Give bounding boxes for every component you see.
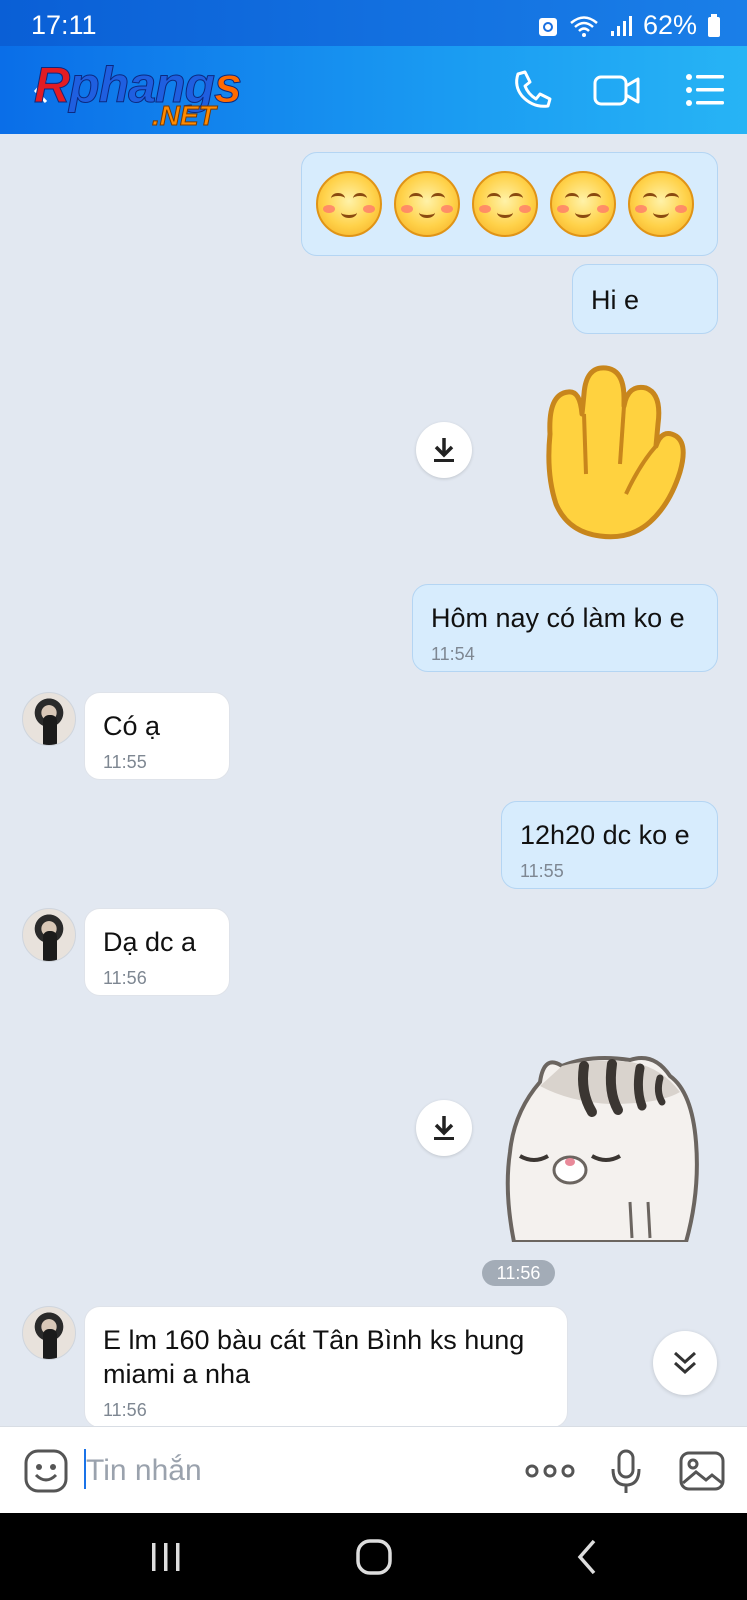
message-time: 11:56 (103, 968, 147, 988)
message-bubble-received[interactable]: Dạ dc a 11:56 (84, 908, 230, 996)
message-emoji-row[interactable] (301, 152, 718, 256)
tabby-cat-sticker[interactable] (500, 1052, 710, 1242)
time-divider: 11:56 (482, 1260, 555, 1286)
message-time: 11:56 (103, 1400, 147, 1420)
message-text: E lm 160 bàu cát Tân Bình ks hung miami … (103, 1325, 525, 1389)
voice-message-button[interactable] (602, 1447, 650, 1495)
message-bubble-received[interactable]: Có ạ 11:55 (84, 692, 230, 780)
photo-button[interactable] (678, 1447, 726, 1495)
home-icon (356, 1539, 392, 1575)
more-options-button[interactable] (524, 1447, 575, 1495)
status-icons: 62% (537, 10, 721, 41)
message-time: 11:55 (103, 752, 147, 772)
home-button[interactable] (352, 1535, 396, 1579)
message-bubble-received[interactable]: E lm 160 bàu cát Tân Bình ks hung miami … (84, 1306, 568, 1426)
recycle-notification-icon (538, 17, 557, 36)
blushing-smile-emoji (472, 171, 538, 237)
signal-icon (610, 15, 632, 36)
message-time: 11:55 (520, 861, 564, 881)
sticker-button[interactable] (22, 1447, 70, 1495)
video-camera-icon (593, 75, 640, 106)
message-text: Dạ dc a (103, 927, 197, 957)
voice-call-button[interactable] (508, 68, 558, 112)
download-icon (434, 438, 454, 462)
message-bubble-sent[interactable]: Hi e (572, 264, 718, 334)
contact-avatar[interactable] (22, 692, 76, 746)
contact-avatar[interactable] (22, 908, 76, 962)
message-time: 11:54 (431, 644, 475, 664)
phone-icon (515, 70, 552, 108)
blushing-smile-emoji (394, 171, 460, 237)
message-input[interactable] (84, 1447, 508, 1495)
watermark-logo: Rphangs .NET (33, 57, 242, 132)
wifi-icon (570, 15, 598, 37)
scroll-to-bottom-button[interactable] (653, 1331, 717, 1395)
smiley-sticker-icon (24, 1449, 68, 1493)
status-time: 17:11 (31, 10, 97, 40)
message-list[interactable]: Hi e Hôm nay có làm ko e 11:54 Có ạ 11:5… (0, 134, 747, 1426)
message-text: Hôm nay có làm ko e (431, 603, 685, 633)
double-chevron-down-icon (673, 1351, 697, 1375)
message-bubble-sent[interactable]: Hôm nay có làm ko e 11:54 (412, 584, 718, 672)
message-composer (0, 1426, 747, 1514)
download-icon (434, 1116, 454, 1140)
text-caret (84, 1449, 86, 1489)
download-button[interactable] (416, 1100, 472, 1156)
contact-avatar[interactable] (22, 1306, 76, 1360)
recent-apps-icon (152, 1543, 180, 1571)
status-bar: 17:11 62% (0, 0, 747, 48)
message-text: Có ạ (103, 711, 161, 741)
blushing-smile-emoji (628, 171, 694, 237)
battery-icon (708, 13, 720, 37)
list-menu-icon (686, 74, 724, 106)
message-bubble-sent[interactable]: 12h20 dc ko e 11:55 (501, 801, 718, 889)
menu-button[interactable] (684, 68, 734, 112)
more-dots-icon (525, 1464, 575, 1478)
image-gallery-icon (679, 1451, 725, 1491)
message-text: 12h20 dc ko e (520, 820, 690, 850)
download-button[interactable] (416, 422, 472, 478)
chat-header: Rphangs .NET (0, 46, 747, 134)
battery-percent: 62% (642, 10, 697, 40)
blushing-smile-emoji (550, 171, 616, 237)
recent-apps-button[interactable] (144, 1535, 188, 1579)
back-chevron-icon (577, 1539, 596, 1575)
back-button[interactable] (566, 1535, 610, 1579)
microphone-icon (611, 1449, 641, 1493)
video-call-button[interactable] (592, 68, 642, 112)
message-text: Hi e (591, 285, 640, 315)
system-nav-bar (0, 1513, 747, 1600)
raised-hand-sticker[interactable] (520, 354, 690, 544)
blushing-smile-emoji (316, 171, 382, 237)
